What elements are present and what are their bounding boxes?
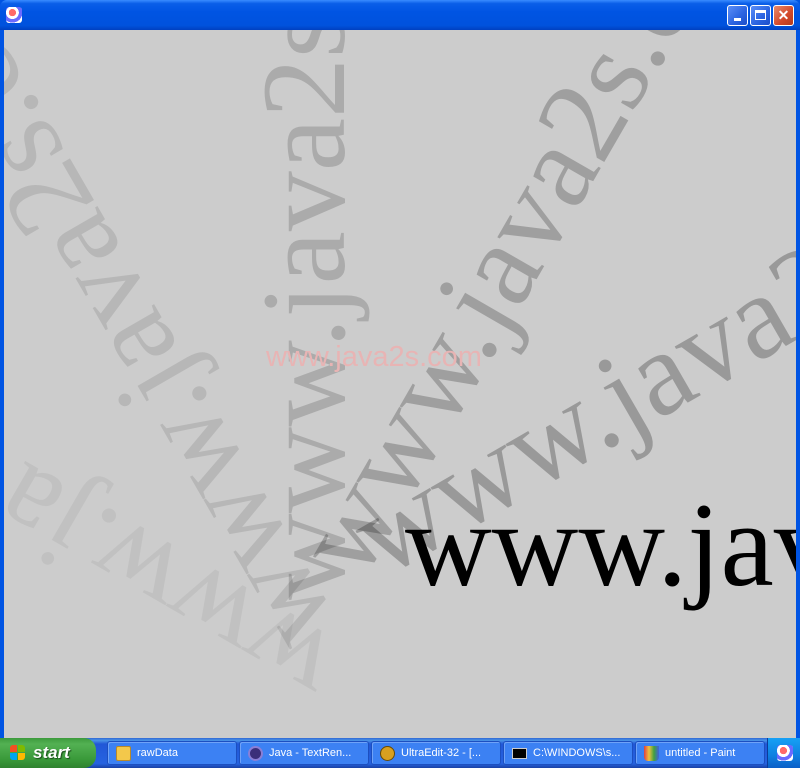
minimize-icon — [734, 18, 741, 21]
taskbar: start rawData Java - TextRen... UltraEdi… — [0, 738, 800, 768]
rotated-text-art: www.java2s.comwww.java2s.comwww.java2s.c… — [4, 30, 796, 737]
close-button[interactable]: ✕ — [773, 5, 794, 26]
maximize-icon — [755, 10, 766, 20]
rotated-text-copy: www.java2s.com — [405, 478, 796, 611]
task-label: rawData — [137, 747, 178, 759]
ultraedit-icon — [380, 746, 395, 761]
app-window: ✕ www.java2s.com www.java2s.com www.java2s… — [0, 0, 800, 738]
java-applet-icon[interactable] — [6, 7, 22, 23]
task-cmd[interactable]: C:\WINDOWS\s... — [503, 741, 633, 765]
minimize-button[interactable] — [727, 5, 748, 26]
java-applet-icon[interactable] — [777, 745, 793, 761]
start-button[interactable]: start — [0, 738, 96, 768]
drawing-canvas: www.java2s.com www.java2s.com www.java2s.c… — [4, 30, 796, 738]
eclipse-icon — [248, 746, 263, 761]
maximize-button[interactable] — [750, 5, 771, 26]
task-label: untitled - Paint — [665, 747, 736, 759]
windows-logo-icon — [10, 745, 26, 761]
task-eclipse[interactable]: Java - TextRen... — [239, 741, 369, 765]
task-label: UltraEdit-32 - [... — [401, 747, 482, 759]
title-bar[interactable]: ✕ — [0, 0, 800, 30]
task-paint[interactable]: untitled - Paint — [635, 741, 765, 765]
task-label: Java - TextRen... — [269, 747, 352, 759]
task-label: C:\WINDOWS\s... — [533, 747, 621, 759]
watermark-text: www.java2s.com — [265, 341, 482, 373]
system-tray — [767, 738, 800, 768]
folder-icon — [116, 746, 131, 761]
paint-icon — [644, 746, 659, 761]
task-ultraedit[interactable]: UltraEdit-32 - [... — [371, 741, 501, 765]
cmd-icon — [512, 748, 527, 759]
start-label: start — [33, 743, 70, 762]
close-icon: ✕ — [777, 7, 790, 23]
task-rawdata[interactable]: rawData — [107, 741, 237, 765]
